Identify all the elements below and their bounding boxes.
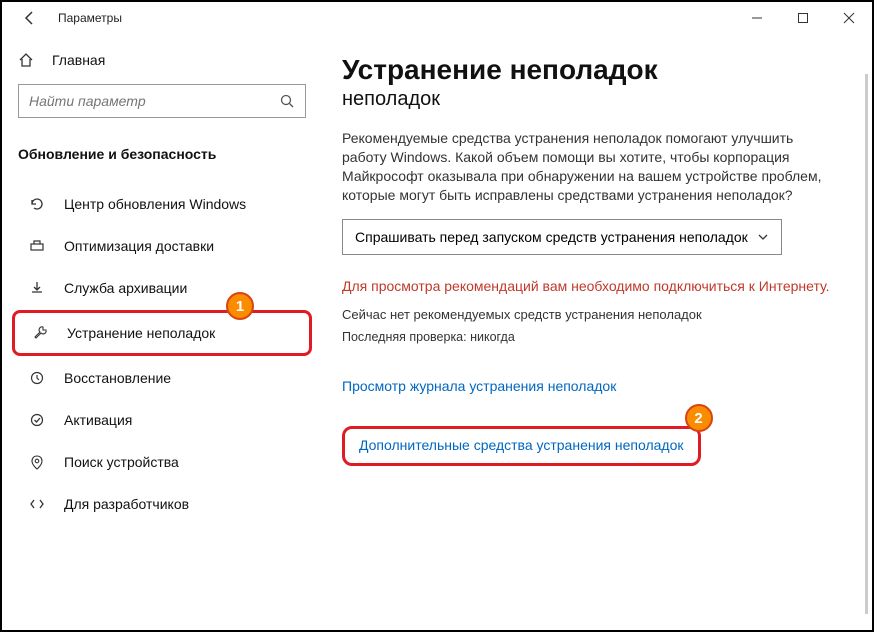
sidebar: Главная Обновление и безопасность Центр … (2, 34, 322, 630)
titlebar: Параметры (2, 2, 872, 34)
sidebar-item-label: Центр обновления Windows (64, 196, 246, 212)
sidebar-item-label: Поиск устройства (64, 454, 179, 470)
connection-error-text: Для просмотра рекомендаций вам необходим… (342, 277, 832, 296)
back-button[interactable] (10, 2, 50, 34)
developers-icon (28, 496, 46, 512)
sidebar-item-windows-update[interactable]: Центр обновления Windows (12, 184, 312, 224)
wrench-icon (31, 325, 49, 341)
sidebar-item-label: Устранение неполадок (67, 325, 215, 341)
update-icon (28, 196, 46, 212)
description-text: Рекомендуемые средства устранения непола… (342, 129, 832, 205)
sidebar-item-label: Для разработчиков (64, 496, 189, 512)
backup-icon (28, 280, 46, 296)
home-icon (18, 52, 34, 68)
sidebar-item-label: Восстановление (64, 370, 171, 386)
activation-icon (28, 412, 46, 428)
sidebar-item-backup[interactable]: Служба архивации (12, 268, 312, 308)
scrollbar-vertical[interactable] (865, 74, 868, 614)
home-link[interactable]: Главная (2, 44, 322, 76)
find-device-icon (28, 454, 46, 470)
sidebar-item-recovery[interactable]: Восстановление (12, 358, 312, 398)
sidebar-item-label: Оптимизация доставки (64, 238, 214, 254)
delivery-icon (28, 238, 46, 254)
chevron-down-icon (757, 231, 769, 243)
window-controls (734, 2, 872, 34)
sidebar-item-developers[interactable]: Для разработчиков (12, 484, 312, 524)
troubleshoot-dropdown[interactable]: Спрашивать перед запуском средств устран… (342, 219, 782, 255)
close-button[interactable] (826, 2, 872, 34)
search-input[interactable] (29, 93, 279, 109)
annotation-badge-2: 2 (685, 404, 713, 432)
maximize-button[interactable] (780, 2, 826, 34)
home-label: Главная (52, 52, 105, 68)
additional-troubleshooters-link[interactable]: Дополнительные средства устранения непол… (359, 437, 684, 453)
no-recommended-text: Сейчас нет рекомендуемых средств устране… (342, 307, 832, 322)
page-subtitle: неполадок (342, 88, 832, 111)
sidebar-item-delivery-optimization[interactable]: Оптимизация доставки (12, 226, 312, 266)
additional-troubleshooters-highlight: Дополнительные средства устранения непол… (342, 426, 701, 466)
sidebar-item-find-device[interactable]: Поиск устройства (12, 442, 312, 482)
annotation-badge-1: 1 (226, 292, 254, 320)
search-box[interactable] (18, 84, 306, 118)
view-history-link[interactable]: Просмотр журнала устранения неполадок (342, 378, 616, 394)
minimize-button[interactable] (734, 2, 780, 34)
last-check-text: Последняя проверка: никогда (342, 330, 832, 344)
search-icon (279, 93, 295, 109)
recovery-icon (28, 370, 46, 386)
main-content: Устранение неполадок неполадок Рекоменду… (322, 34, 872, 630)
sidebar-item-label: Служба архивации (64, 280, 187, 296)
dropdown-value: Спрашивать перед запуском средств устран… (355, 229, 748, 245)
sidebar-item-troubleshoot[interactable]: Устранение неполадок (12, 310, 312, 356)
category-title: Обновление и безопасность (2, 134, 322, 182)
page-title: Устранение неполадок (342, 54, 832, 86)
sidebar-item-label: Активация (64, 412, 132, 428)
sidebar-item-activation[interactable]: Активация (12, 400, 312, 440)
window-title: Параметры (58, 11, 122, 25)
